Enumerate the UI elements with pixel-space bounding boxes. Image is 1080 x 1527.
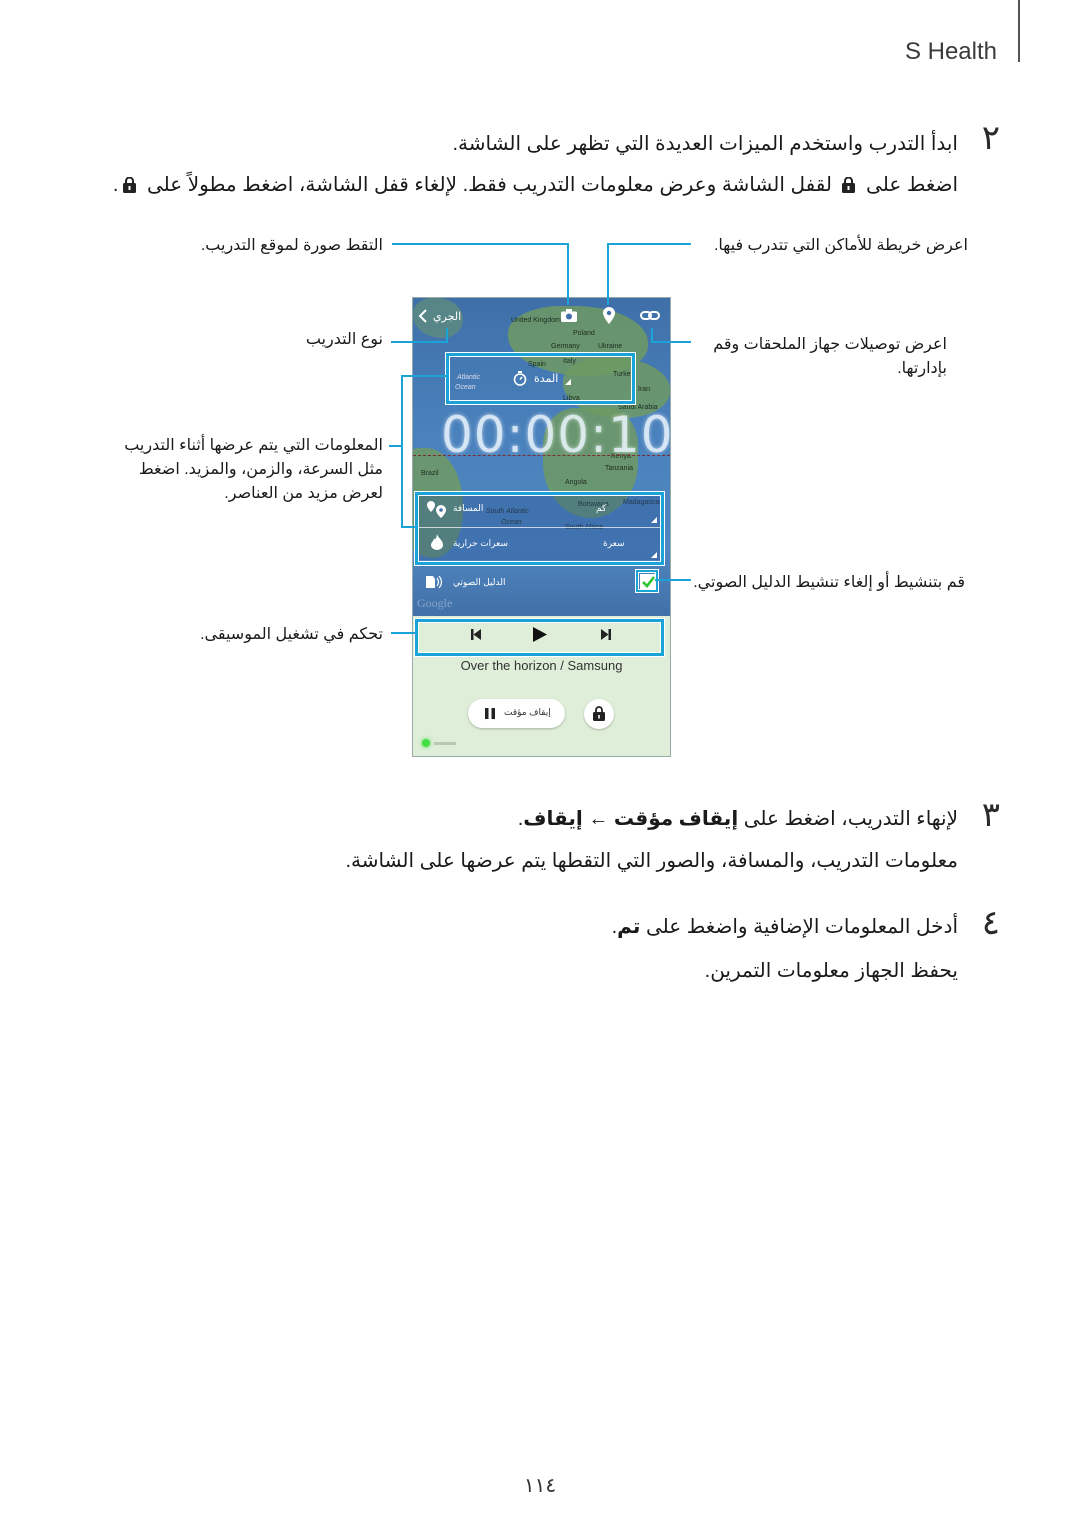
lock-icon — [842, 177, 856, 193]
highlight-music-controls — [415, 619, 664, 656]
step-4-line-2: يحفظ الجهاز معلومات التمرين. — [704, 960, 958, 982]
callout-workout-info: المعلومات التي يتم عرضها أثناء التدريب م… — [124, 434, 383, 506]
step-2-number: ٢ — [981, 118, 1000, 158]
pause-button[interactable]: إيقاف مؤقت — [468, 699, 565, 728]
map-label: Angola — [565, 479, 587, 486]
callout-voice-guide: قم بتنشيط أو إلغاء تنشيط الدليل الصوتي. — [693, 574, 965, 591]
map-pin-icon[interactable] — [603, 307, 615, 324]
step-3-number: ٣ — [981, 795, 1000, 835]
callout-photo: التقط صورة لموقع التدريب. — [200, 237, 383, 254]
gps-status-text — [434, 742, 456, 745]
step-3-line-2: معلومات التدريب، والمسافة، والصور التي ا… — [345, 850, 958, 872]
back-chevron-icon[interactable] — [418, 309, 428, 323]
callout-accessories-line-2: بإدارتها. — [897, 360, 947, 377]
callout-info-line-1: المعلومات التي يتم عرضها أثناء التدريب — [124, 437, 383, 454]
connector-workout-type-v — [446, 328, 448, 343]
step-3-text-a: لإنهاء التدريب، اضغط على — [743, 808, 958, 830]
connector-accessories-h — [651, 341, 691, 343]
connector-info-label — [389, 445, 402, 447]
stop-term: إيقاف — [523, 808, 583, 830]
pause-term: إيقاف مؤقت — [613, 808, 739, 830]
page-number: ١١٤ — [523, 1473, 557, 1497]
map-label: United Kingdom — [511, 317, 561, 324]
step-4-number: ٤ — [981, 903, 1000, 943]
step-4-text-a: أدخل المعلومات الإضافية واضغط على — [645, 916, 958, 938]
connector-map-v — [607, 243, 609, 305]
callout-map: اعرض خريطة للأماكن التي تتدرب فيها. — [713, 237, 968, 254]
map-label: Ukraine — [598, 343, 623, 350]
pause-label: إيقاف مؤقت — [504, 707, 551, 717]
lock-screen-button[interactable] — [584, 699, 614, 729]
map-brand: Google — [417, 596, 453, 610]
header-divider — [1018, 0, 1020, 62]
lock-icon — [123, 177, 137, 193]
map-label: Germany — [551, 343, 580, 350]
connector-photo-h — [392, 243, 568, 245]
connector-map-h — [607, 243, 691, 245]
connector-workout-type-h — [391, 341, 448, 343]
gps-status-dot — [422, 739, 430, 747]
step-2-line-2: اضغط على لقفل الشاشة وعرض معلومات التدري… — [113, 172, 958, 197]
map-label: Poland — [573, 330, 595, 337]
timer-display: 00:00:10 — [441, 406, 671, 464]
highlight-info-panel — [415, 492, 664, 565]
step-2-text-a: اضغط على — [866, 174, 958, 196]
pause-icon — [485, 708, 495, 719]
callout-accessories-line-1: اعرض توصيلات جهاز الملحقات وقم — [713, 336, 947, 353]
done-term: تم — [617, 916, 641, 938]
accessory-link-icon[interactable] — [640, 310, 660, 321]
connector-voice-h — [655, 579, 691, 581]
voice-guide-label: الدليل الصوتي — [453, 577, 506, 587]
map-label: Iran — [638, 386, 651, 393]
callout-info-line-3: لعرض مزيد من العناصر. — [224, 485, 383, 502]
map-label: Tanzania — [605, 465, 634, 472]
step-2-text-b: لقفل الشاشة وعرض معلومات التدريب فقط. لإ… — [146, 174, 832, 196]
map-label: Brazil — [421, 470, 439, 477]
connector-photo-v — [567, 243, 569, 305]
callout-accessories: اعرض توصيلات جهاز الملحقات وقم بإدارتها. — [713, 333, 947, 381]
workout-type-label[interactable]: الجري — [433, 310, 461, 323]
highlight-duration — [446, 353, 635, 404]
step-2-line-1: ابدأ التدرب واستخدم الميزات العديدة التي… — [452, 133, 958, 155]
song-title: Over the horizon / Samsung — [460, 658, 623, 673]
camera-icon[interactable] — [561, 309, 577, 322]
connector-info-bottom — [401, 526, 417, 528]
callout-info-line-2: مثل السرعة، والزمن، والمزيد. اضغط — [138, 461, 383, 478]
arrow-left-icon: ← — [588, 808, 609, 830]
callout-workout-type: نوع التدريب — [305, 331, 383, 348]
callout-music: تحكم في تشغيل الموسيقى. — [200, 626, 383, 643]
step-3-line-1: لإنهاء التدريب، اضغط على إيقاف مؤقت ← إي… — [518, 806, 958, 831]
step-4-line-1: أدخل المعلومات الإضافية واضغط على تم. — [612, 914, 958, 939]
header-title: S Health — [904, 38, 997, 65]
voice-guide-icon — [426, 576, 442, 588]
lock-icon — [593, 706, 605, 721]
highlight-voice-checkbox — [636, 570, 658, 592]
connector-music-h — [391, 632, 417, 634]
step-2-text-c: . — [112, 174, 119, 196]
connector-info-v — [401, 375, 403, 528]
connector-info-top — [401, 375, 447, 377]
